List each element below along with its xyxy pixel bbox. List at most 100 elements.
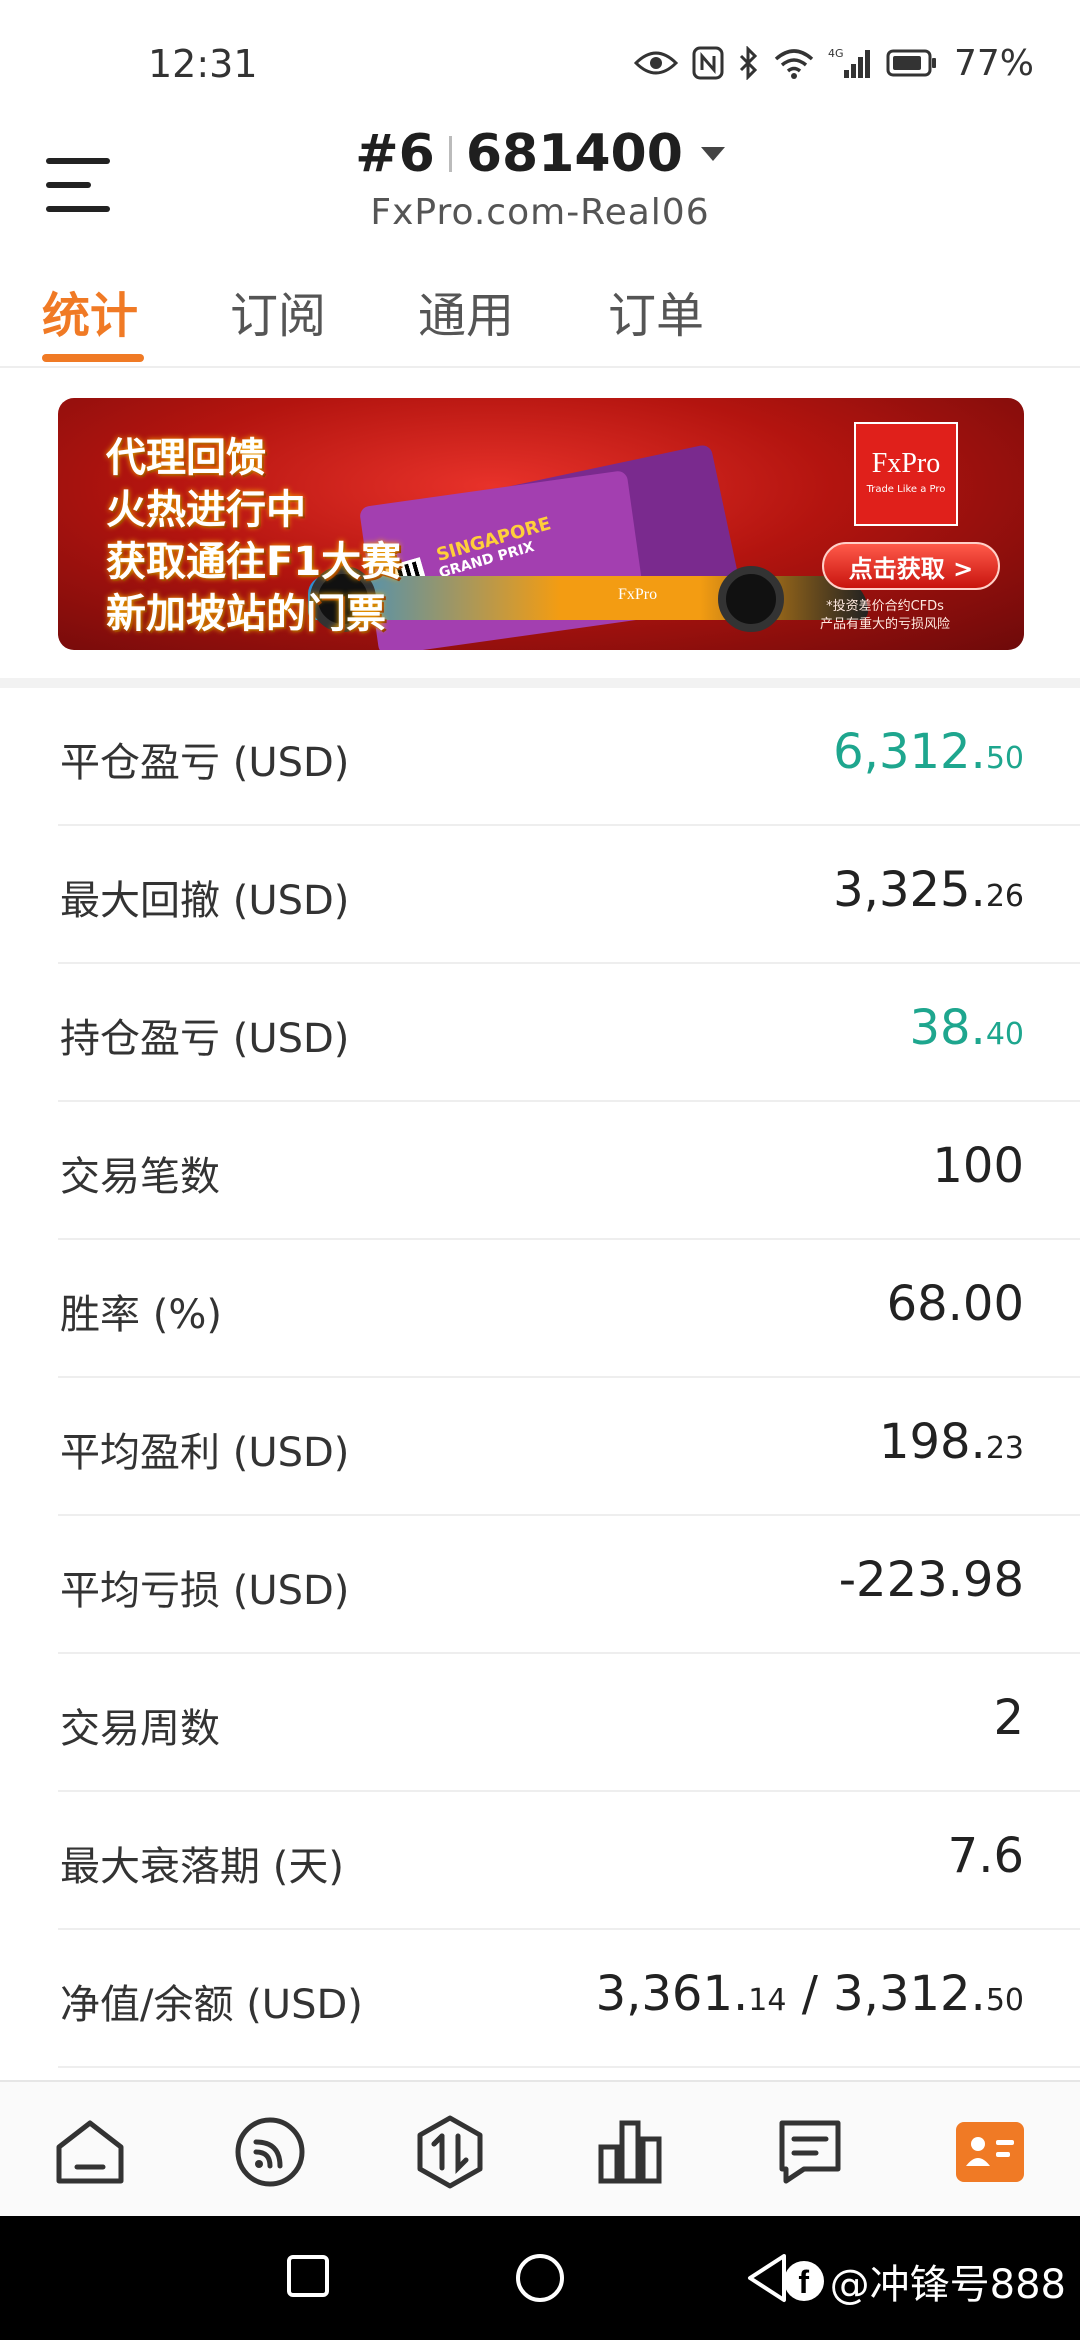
account-title: #6 681400 FxPro.com-Real06 <box>0 120 1080 233</box>
stat-row-closed-pnl: 平仓盈亏 (USD) 6,312.50 <box>58 688 1080 826</box>
account-selector[interactable]: #6 681400 <box>355 124 725 184</box>
menu-button[interactable] <box>42 150 114 220</box>
cellular-signal-icon: 4G <box>828 47 870 78</box>
stat-value: -223.98 <box>839 1552 1024 1608</box>
stat-label: 交易笔数 <box>60 1154 220 1200</box>
value-integer: 38. <box>909 1000 986 1056</box>
trade-icon <box>417 2115 483 2189</box>
profile-icon <box>956 2122 1024 2182</box>
risk-disclaimer: *投资差价合约CFDs 产品有重大的亏损风险 <box>790 598 980 634</box>
eye-icon <box>633 51 678 75</box>
system-nav-bar: f @冲锋号888 <box>0 2216 1080 2340</box>
active-tab-indicator <box>42 354 144 362</box>
stat-value: 6,312.50 <box>833 724 1024 780</box>
ticket-image: SINGAPORE GRAND PRIX <box>358 469 648 650</box>
value-integer: 3,325. <box>833 862 986 918</box>
value-integer: 68.00 <box>886 1276 1024 1332</box>
equity-integer: 3,361. <box>595 1966 749 2022</box>
value-decimal: 40 <box>985 1017 1024 1052</box>
banner-line: 代理回馈 <box>106 435 266 481</box>
tab-statistics[interactable]: 统计 <box>42 276 138 346</box>
stat-value: 3,361.14 / 3,312.50 <box>596 1966 1024 2022</box>
stat-value: 100 <box>932 1138 1024 1194</box>
promo-banner[interactable]: SINGAPORE GRAND PRIX FxPro 代理回馈 火热进行中 获取… <box>58 398 1024 650</box>
value-integer: -223.98 <box>838 1552 1024 1608</box>
nav-charts[interactable] <box>590 2112 670 2192</box>
banner-headline: 代理回馈 火热进行中 获取通往F1大赛 新加坡站的门票 <box>106 432 401 640</box>
tab-general[interactable]: 通用 <box>418 276 514 346</box>
account-separator <box>448 136 452 172</box>
hamburger-line <box>46 182 91 188</box>
stat-label: 最大衰落期 (天) <box>60 1844 344 1890</box>
balance-integer: 3,312. <box>833 1966 986 2022</box>
battery-percentage: 77% <box>953 42 1034 84</box>
stat-label: 最大回撤 (USD) <box>60 878 350 924</box>
claim-button[interactable]: 点击获取 > <box>822 542 1000 590</box>
account-prefix: #6 <box>355 124 435 184</box>
stat-label: 交易周数 <box>60 1706 220 1752</box>
hamburger-line <box>46 158 110 164</box>
brand-tagline: Trade Like a Pro <box>866 484 946 495</box>
messages-icon <box>779 2120 841 2184</box>
battery-icon <box>886 49 936 77</box>
svg-text:4G: 4G <box>828 47 844 60</box>
stat-row-trading-weeks: 交易周数 2 <box>58 1654 1080 1792</box>
car-brand: FxPro <box>618 586 658 603</box>
stat-label: 平均盈利 (USD) <box>60 1430 350 1476</box>
stat-row-max-drawdown: 最大回撤 (USD) 3,325.26 <box>58 826 1080 964</box>
nav-profile[interactable] <box>950 2112 1030 2192</box>
value-integer: 7.6 <box>947 1828 1024 1884</box>
recent-apps-icon[interactable] <box>286 2254 330 2298</box>
home-icon <box>56 2120 124 2184</box>
stat-label: 胜率 (%) <box>60 1292 222 1338</box>
fxpro-logo: FxPro Trade Like a Pro <box>854 422 958 526</box>
bluetooth-icon <box>739 46 758 80</box>
bottom-nav <box>0 2080 1080 2216</box>
banner-line: 获取通往F1大赛 <box>106 539 402 585</box>
stat-value: 3,325.26 <box>833 862 1024 918</box>
value-decimal: 50 <box>985 741 1024 776</box>
value-separator: / <box>786 1966 834 2022</box>
brand-name: FxPro <box>871 448 941 479</box>
banner-line: 火热进行中 <box>106 487 306 533</box>
nav-signals[interactable] <box>230 2112 310 2192</box>
nav-home[interactable] <box>50 2112 130 2192</box>
value-decimal: 26 <box>985 879 1024 914</box>
risk-line: 产品有重大的亏损风险 <box>819 617 950 632</box>
nav-trade[interactable] <box>410 2112 490 2192</box>
stat-row-trade-count: 交易笔数 100 <box>58 1102 1080 1240</box>
stat-label: 净值/余额 (USD) <box>60 1982 363 2028</box>
status-icons: 4G 77% <box>633 40 1034 86</box>
hamburger-line <box>46 206 110 212</box>
nfc-icon <box>692 46 724 80</box>
facebook-icon: f <box>783 2261 824 2301</box>
status-time: 12:31 <box>148 42 258 86</box>
tab-subscribe[interactable]: 订阅 <box>230 276 326 346</box>
watermark-text: @冲锋号888 <box>829 2262 1066 2308</box>
stat-value: 68.00 <box>887 1276 1024 1332</box>
signal-icon <box>235 2117 305 2187</box>
value-integer: 198. <box>878 1414 986 1470</box>
value-integer: 2 <box>993 1690 1024 1746</box>
stat-row-win-rate: 胜率 (%) 68.00 <box>58 1240 1080 1378</box>
section-divider <box>0 678 1080 688</box>
stat-row-open-pnl: 持仓盈亏 (USD) 38.40 <box>58 964 1080 1102</box>
stat-row-equity-balance: 净值/余额 (USD) 3,361.14 / 3,312.50 <box>58 1930 1080 2068</box>
watermark: f @冲锋号888 <box>783 2252 1066 2310</box>
stat-row-avg-loss: 平均亏损 (USD) -223.98 <box>58 1516 1080 1654</box>
equity-decimal: 14 <box>748 1983 787 2018</box>
tab-bar: 统计 订阅 通用 订单 <box>0 262 1080 368</box>
value-decimal: 23 <box>985 1431 1024 1466</box>
nav-messages[interactable] <box>770 2112 850 2192</box>
stats-list: 平仓盈亏 (USD) 6,312.50 最大回撤 (USD) 3,325.26 … <box>0 688 1080 2068</box>
tab-orders[interactable]: 订单 <box>608 276 704 346</box>
account-number: 681400 <box>465 124 683 184</box>
stat-value: 7.6 <box>948 1828 1024 1884</box>
stat-row-avg-profit: 平均盈利 (USD) 198.23 <box>58 1378 1080 1516</box>
chevron-down-icon[interactable] <box>700 147 725 161</box>
car-wheel <box>718 566 784 632</box>
stat-label: 平仓盈亏 (USD) <box>60 740 350 786</box>
wifi-icon <box>774 49 814 79</box>
banner-line: 新加坡站的门票 <box>106 591 386 637</box>
home-circle-icon[interactable] <box>514 2252 566 2304</box>
